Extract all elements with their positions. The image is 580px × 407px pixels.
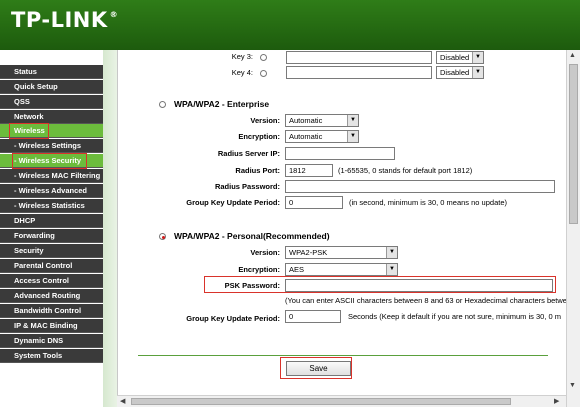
- radius-server-ip-label: Radius Server IP:: [217, 149, 280, 158]
- highlight-wireless: [9, 123, 49, 139]
- radius-password-label: Radius Password:: [214, 182, 280, 191]
- sidebar-item-wireless-settings[interactable]: - Wireless Settings: [0, 139, 103, 153]
- sidebar-item-quick-setup[interactable]: Quick Setup: [0, 80, 103, 94]
- tp-link-logo: TP-LINK ®: [11, 8, 119, 32]
- sidebar-item-status[interactable]: Status: [0, 65, 103, 79]
- sidebar-item-ip-mac-binding[interactable]: IP & MAC Binding: [0, 319, 103, 333]
- scroll-up-icon[interactable]: ▲: [569, 52, 576, 59]
- enterprise-group-key-label: Group Key Update Period:: [186, 198, 280, 207]
- personal-radio[interactable]: [159, 233, 166, 240]
- radius-port-label: Radius Port:: [235, 166, 280, 175]
- sidebar-item-security[interactable]: Security: [0, 244, 103, 258]
- horizontal-scrollbar[interactable]: ◀ ▶: [117, 395, 566, 407]
- sidebar-item-dhcp[interactable]: DHCP: [0, 214, 103, 228]
- psk-password-label: PSK Password:: [224, 281, 280, 290]
- enterprise-group-key-input[interactable]: 0: [285, 196, 343, 209]
- save-button[interactable]: Save: [286, 361, 351, 376]
- scroll-right-icon[interactable]: ▶: [554, 397, 559, 405]
- enterprise-encryption-select[interactable]: Automatic ▼: [285, 130, 359, 143]
- personal-encryption-select[interactable]: AES ▼: [285, 263, 398, 276]
- sidebar-item-dynamic-dns[interactable]: Dynamic DNS: [0, 334, 103, 348]
- key4-label: Key 4:: [231, 68, 253, 77]
- sidebar-item-network[interactable]: Network: [0, 110, 103, 124]
- sidebar-item-wireless-statistics[interactable]: - Wireless Statistics: [0, 199, 103, 213]
- psk-password-hint: (You can enter ASCII characters between …: [285, 296, 566, 305]
- chevron-down-icon: ▼: [472, 52, 483, 63]
- key4-input[interactable]: [286, 66, 432, 79]
- enterprise-radio[interactable]: [159, 101, 166, 108]
- personal-group-key-input[interactable]: 0: [285, 310, 341, 323]
- radius-password-input[interactable]: [285, 180, 555, 193]
- scroll-down-icon[interactable]: ▼: [569, 382, 576, 389]
- chevron-down-icon: ▼: [347, 115, 358, 126]
- enterprise-group-key-hint: (in second, minimum is 30, 0 means no up…: [349, 198, 507, 207]
- personal-version-select[interactable]: WPA2-PSK ▼: [285, 246, 398, 259]
- key3-status-select[interactable]: Disabled ▼: [436, 51, 484, 64]
- chevron-down-icon: ▼: [386, 264, 397, 275]
- enterprise-version-select[interactable]: Automatic ▼: [285, 114, 359, 127]
- sidebar-item-forwarding[interactable]: Forwarding: [0, 229, 103, 243]
- psk-password-input[interactable]: [285, 279, 553, 292]
- chevron-down-icon: ▼: [386, 247, 397, 258]
- hscrollbar-thumb[interactable]: [131, 398, 511, 405]
- key4-radio[interactable]: [260, 70, 267, 77]
- scrollbar-thumb[interactable]: [569, 64, 578, 224]
- key3-radio[interactable]: [260, 54, 267, 61]
- enterprise-encryption-label: Encryption:: [238, 132, 280, 141]
- enterprise-section-title: WPA/WPA2 - Enterprise: [174, 99, 270, 109]
- radius-port-hint: (1-65535, 0 stands for default port 1812…: [338, 166, 473, 175]
- sidebar-item-qss[interactable]: QSS: [0, 95, 103, 109]
- sidebar-item-wireless-mac-filtering[interactable]: - Wireless MAC Filtering: [0, 169, 103, 183]
- personal-section-title: WPA/WPA2 - Personal(Recommended): [174, 231, 330, 241]
- scroll-left-icon[interactable]: ◀: [120, 397, 125, 405]
- sidebar-item-parental-control[interactable]: Parental Control: [0, 259, 103, 273]
- main-content: Key 3: Disabled ▼ Key 4: Disabled ▼ WPA/WP…: [117, 50, 566, 407]
- sidebar-item-access-control[interactable]: Access Control: [0, 274, 103, 288]
- highlight-wireless-security: [12, 153, 87, 169]
- personal-group-key-hint: Seconds (Keep it default if you are not …: [348, 312, 562, 321]
- key4-status-select[interactable]: Disabled ▼: [436, 66, 484, 79]
- sidebar-item-wireless-advanced[interactable]: - Wireless Advanced: [0, 184, 103, 198]
- key3-label: Key 3:: [231, 52, 253, 61]
- vertical-scrollbar[interactable]: ▲ ▼: [566, 50, 580, 407]
- enterprise-version-label: Version:: [250, 116, 280, 125]
- sidebar-menu: Status Quick Setup QSS Network Wireless …: [0, 50, 103, 407]
- sidebar-item-advanced-routing[interactable]: Advanced Routing: [0, 289, 103, 303]
- personal-encryption-label: Encryption:: [238, 265, 280, 274]
- sidebar-divider-strip: [103, 50, 117, 407]
- section-divider: [138, 355, 548, 356]
- sidebar-item-bandwidth-control[interactable]: Bandwidth Control: [0, 304, 103, 318]
- sidebar-item-system-tools[interactable]: System Tools: [0, 349, 103, 363]
- key3-input[interactable]: [286, 51, 432, 64]
- personal-group-key-label: Group Key Update Period:: [186, 314, 280, 323]
- radius-server-ip-input[interactable]: [285, 147, 395, 160]
- chevron-down-icon: ▼: [472, 67, 483, 78]
- radius-port-input[interactable]: 1812: [285, 164, 333, 177]
- personal-version-label: Version:: [250, 248, 280, 257]
- chevron-down-icon: ▼: [347, 131, 358, 142]
- header-bar: TP-LINK ®: [0, 0, 580, 50]
